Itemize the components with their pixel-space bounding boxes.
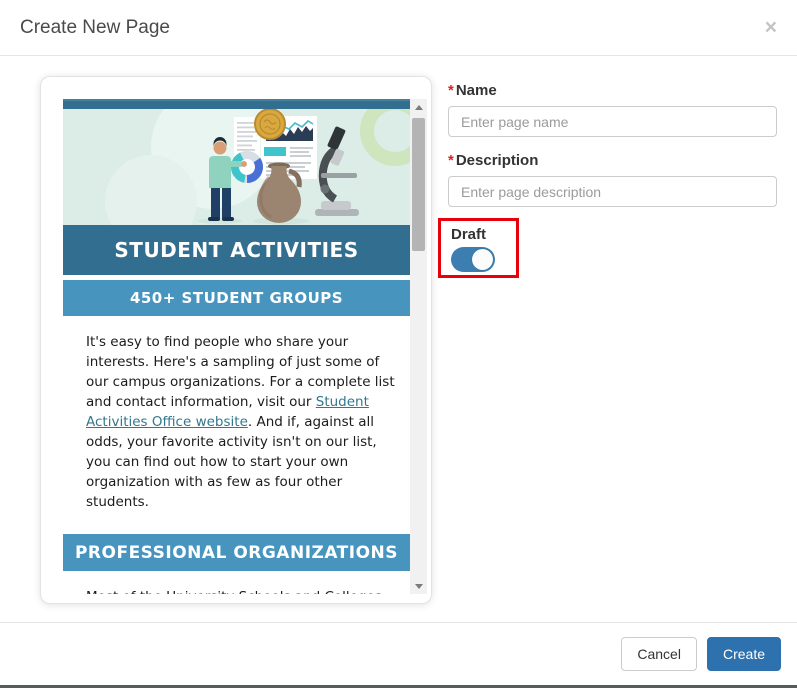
draft-toggle[interactable]: [451, 247, 495, 272]
required-asterisk: *: [448, 152, 454, 169]
description-field-group: *Description: [448, 152, 777, 207]
scroll-up-arrow-icon[interactable]: [410, 99, 427, 115]
modal-header: Create New Page ×: [0, 0, 797, 56]
required-asterisk: *: [448, 82, 454, 99]
toggle-knob: [472, 249, 493, 270]
scroll-down-arrow-icon[interactable]: [410, 578, 427, 594]
preview-top-bar: [63, 99, 410, 109]
draft-label: Draft: [451, 226, 516, 243]
preview-section-heading: PROFESSIONAL ORGANIZATIONS: [63, 534, 410, 571]
preview-banner-title: STUDENT ACTIVITIES: [63, 225, 410, 275]
preview-paragraph: It's easy to find people who share your …: [63, 332, 410, 512]
name-field-group: *Name: [448, 82, 777, 137]
create-page-form: *Name *Description Draft: [448, 82, 777, 278]
cancel-button[interactable]: Cancel: [621, 637, 697, 671]
gold-coin-icon: [255, 109, 285, 139]
draft-annotation-highlight-box: Draft: [438, 218, 519, 278]
preview-viewport: STUDENT ACTIVITIES 450+ STUDENT GROUPS I…: [63, 99, 427, 594]
modal-footer: Cancel Create: [0, 622, 797, 685]
preview-banner-subtitle: 450+ STUDENT GROUPS: [63, 280, 410, 316]
description-label: *Description: [448, 152, 777, 169]
create-button[interactable]: Create: [707, 637, 781, 671]
close-icon[interactable]: ×: [765, 17, 777, 38]
create-new-page-modal: Create New Page ×: [0, 0, 797, 688]
campus-illustration: [63, 109, 410, 225]
page-name-input[interactable]: [448, 106, 777, 137]
page-description-input[interactable]: [448, 176, 777, 207]
preview-clipped-text: Most of the University Schools and Colle…: [63, 587, 410, 594]
preview-content: STUDENT ACTIVITIES 450+ STUDENT GROUPS I…: [63, 99, 410, 594]
page-preview-card: STUDENT ACTIVITIES 450+ STUDENT GROUPS I…: [40, 76, 432, 604]
name-label: *Name: [448, 82, 777, 99]
preview-scrollbar[interactable]: [410, 99, 427, 594]
modal-body: STUDENT ACTIVITIES 450+ STUDENT GROUPS I…: [0, 56, 797, 622]
scrollbar-thumb[interactable]: [412, 118, 425, 251]
page-title: Create New Page: [20, 17, 170, 39]
